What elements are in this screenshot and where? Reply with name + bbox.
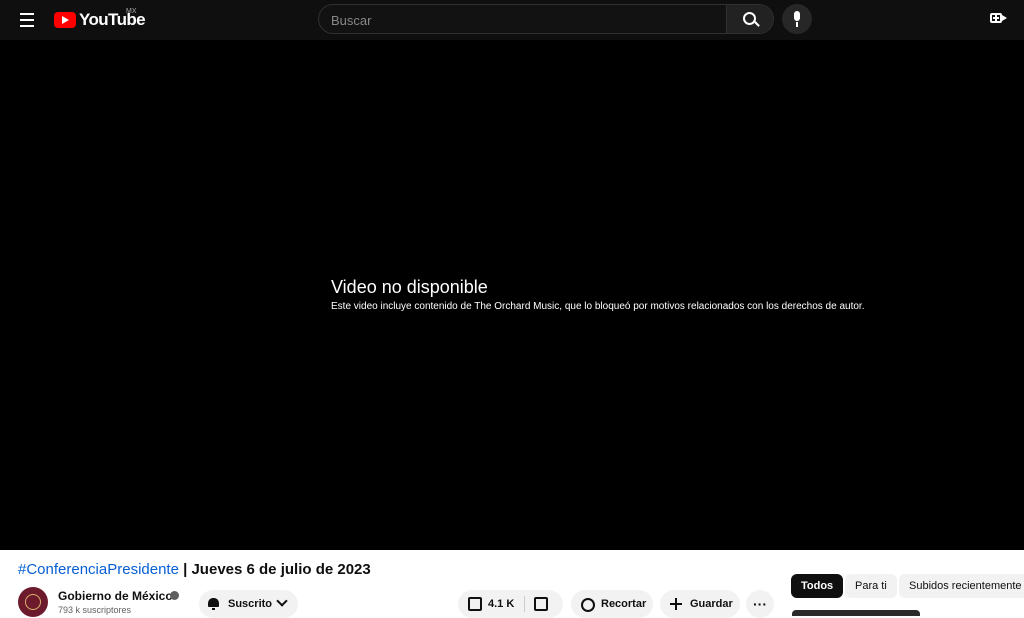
title-text: | Jueves 6 de julio de 2023 bbox=[178, 561, 371, 578]
error-title: Video no disponible bbox=[331, 277, 488, 297]
title-hashtag-link[interactable]: #ConferenciaPresidente bbox=[18, 561, 179, 578]
like-count[interactable]: 4.1 K bbox=[488, 598, 514, 610]
divider bbox=[524, 596, 525, 612]
verified-icon bbox=[170, 591, 179, 600]
scissors-icon bbox=[581, 598, 595, 612]
subscribed-button[interactable]: Suscrito bbox=[199, 590, 298, 618]
country-code: MX bbox=[126, 8, 137, 15]
clip-label: Recortar bbox=[601, 598, 647, 610]
youtube-logo-icon bbox=[54, 12, 76, 28]
chevron-down-icon bbox=[276, 595, 288, 607]
channel-name[interactable]: Gobierno de México bbox=[58, 589, 173, 603]
recommended-video-thumbnail[interactable] bbox=[792, 610, 920, 616]
chip-all[interactable]: Todos bbox=[791, 574, 844, 598]
clip-button[interactable]: Recortar bbox=[571, 590, 653, 618]
search-box bbox=[318, 4, 774, 34]
bell-icon bbox=[208, 598, 219, 607]
mic-icon bbox=[794, 11, 800, 21]
more-actions-button[interactable]: ··· bbox=[746, 590, 774, 618]
search-button[interactable] bbox=[726, 5, 773, 33]
subscriber-count: 793 k suscriptores bbox=[58, 605, 132, 615]
dislike-icon[interactable] bbox=[534, 597, 548, 611]
seal-icon bbox=[25, 594, 41, 610]
video-title: #ConferenciaPresidente | Jueves 6 de jul… bbox=[18, 561, 371, 578]
video-player[interactable]: Video no disponible Este video incluye c… bbox=[0, 40, 1024, 550]
save-label: Guardar bbox=[690, 598, 733, 610]
create-video-icon[interactable] bbox=[990, 11, 1008, 27]
youtube-logo[interactable]: YouTube MX bbox=[54, 8, 146, 31]
subscribed-label: Suscrito bbox=[228, 598, 273, 610]
error-message: Este video incluye contenido de The Orch… bbox=[331, 301, 865, 312]
chip-recently-uploaded[interactable]: Subidos recientemente bbox=[899, 574, 1024, 598]
channel-avatar[interactable] bbox=[18, 587, 48, 617]
top-bar: YouTube MX bbox=[0, 0, 1024, 40]
save-button[interactable]: Guardar bbox=[660, 590, 740, 618]
like-dislike-group: 4.1 K bbox=[458, 590, 563, 618]
like-icon[interactable] bbox=[468, 597, 482, 611]
chip-for-you[interactable]: Para ti bbox=[845, 574, 897, 598]
mic-button[interactable] bbox=[782, 4, 812, 34]
more-icon: ··· bbox=[753, 596, 767, 612]
search-input[interactable] bbox=[319, 5, 741, 33]
menu-icon[interactable] bbox=[18, 10, 38, 30]
